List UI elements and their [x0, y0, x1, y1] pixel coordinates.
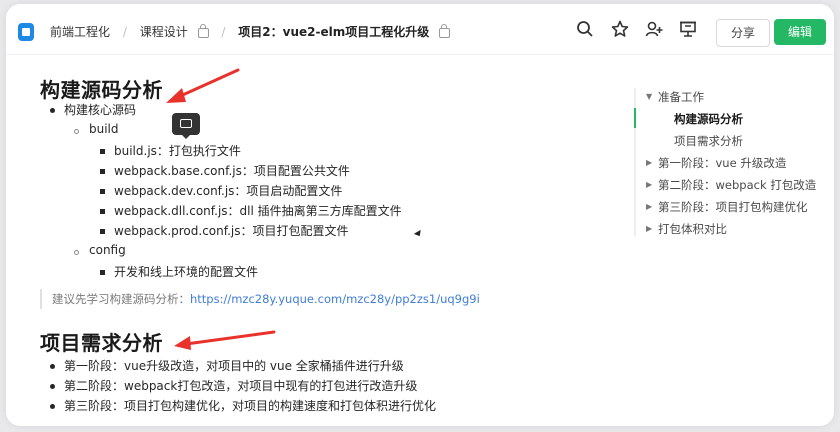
- app-window: 前端工程化 / 课程设计 / 项目2：vue2-elm项目工程化升级 分享 编辑…: [6, 4, 834, 426]
- annotation-arrows: [166, 68, 276, 350]
- annotation-arrow: [166, 68, 240, 103]
- annotation-arrow: [174, 330, 276, 350]
